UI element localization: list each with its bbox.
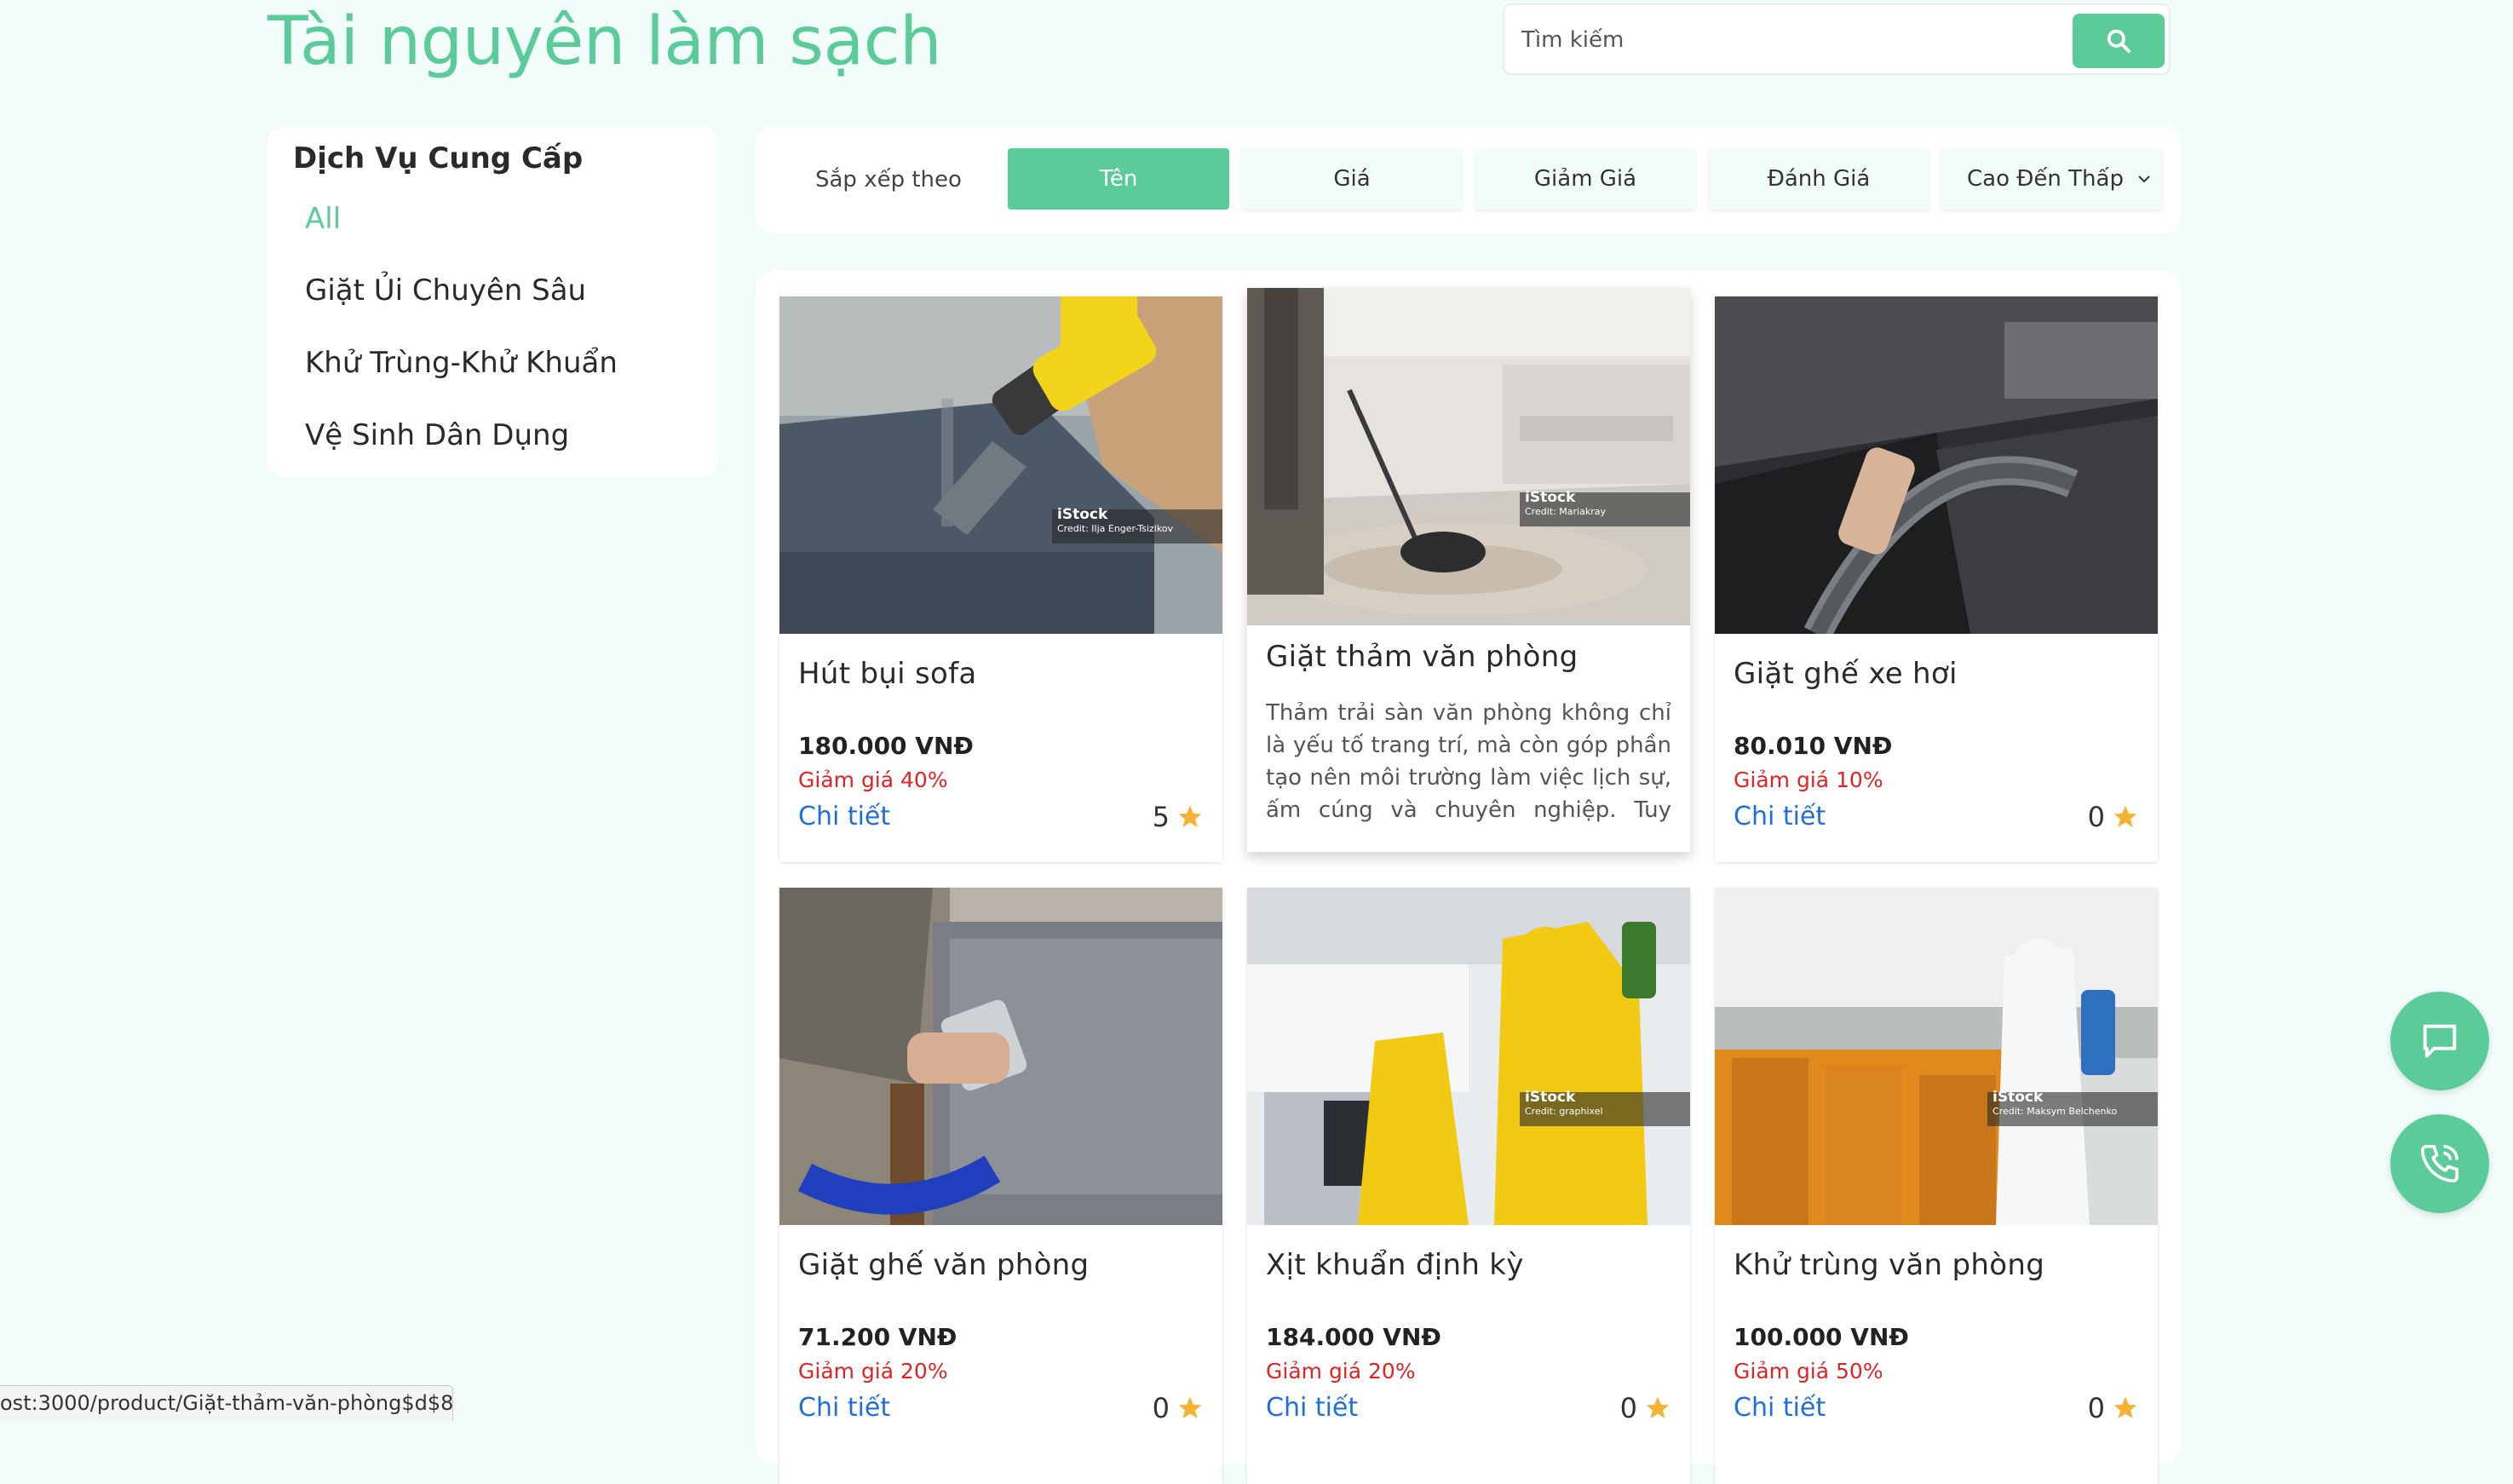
star-icon bbox=[2113, 805, 2137, 827]
product-rating: 0 bbox=[1153, 1389, 1204, 1428]
product-image: iStock Credit: Maksym Belchenko bbox=[1715, 888, 2158, 1225]
rating-value: 5 bbox=[1152, 801, 1170, 833]
search-button[interactable] bbox=[2073, 14, 2165, 68]
image-watermark: iStock bbox=[1525, 489, 1576, 506]
product-card[interactable]: iStock Credit: Ilja Enger-Tsizikov Hút b… bbox=[779, 296, 1222, 862]
product-detail-link[interactable]: Chi tiết bbox=[798, 797, 890, 837]
sidebar-item-disinfection[interactable]: Khử Trùng-Khử Khuẩn bbox=[305, 342, 618, 384]
product-name: Khử trùng văn phòng bbox=[1734, 1248, 2045, 1282]
product-image: iStock Credit: graphixel bbox=[1247, 888, 1690, 1225]
product-panel: iStock Credit: Ilja Enger-Tsizikov Hút b… bbox=[756, 271, 2181, 1484]
product-rating: 0 bbox=[1620, 1389, 1671, 1428]
image-watermark: iStock bbox=[1525, 1089, 1576, 1106]
product-price: 100.000 VNĐ bbox=[1734, 1323, 1909, 1351]
product-detail-link[interactable]: Chi tiết bbox=[1734, 797, 1826, 837]
product-card[interactable]: iStock Credit: graphixel Xịt khuẩn định … bbox=[1247, 888, 1690, 1484]
chevron-down-icon bbox=[2138, 175, 2150, 183]
sort-by-name-button[interactable]: Tên bbox=[1008, 148, 1229, 210]
product-name: Giặt ghế văn phòng bbox=[798, 1248, 1090, 1282]
product-discount: Giảm giá 20% bbox=[798, 1359, 948, 1383]
sidebar-title: Dịch Vụ Cung Cấp bbox=[293, 141, 584, 175]
image-watermark: iStock bbox=[1993, 1089, 2044, 1106]
sort-by-discount-button[interactable]: Giảm Giá bbox=[1475, 148, 1696, 210]
search-input[interactable] bbox=[1520, 5, 2513, 75]
product-discount: Giảm giá 40% bbox=[798, 768, 948, 792]
star-icon bbox=[1646, 1396, 1670, 1418]
star-icon bbox=[2113, 1396, 2137, 1418]
status-bar-url: ost:3000/product/Giặt-thảm-văn-phòng$d$8 bbox=[0, 1385, 453, 1421]
product-image: iStock Credit: Mariakray bbox=[1247, 288, 1690, 625]
sidebar-item-all[interactable]: All bbox=[305, 198, 341, 240]
product-detail-link[interactable]: Chi tiết bbox=[1734, 1389, 1826, 1428]
sort-by-price-button[interactable]: Giá bbox=[1241, 148, 1463, 210]
image-credit: Credit: Maksym Belchenko bbox=[1993, 1106, 2118, 1117]
product-detail-link[interactable]: Chi tiết bbox=[798, 1389, 890, 1428]
product-card[interactable]: iStock Credit: Maksym Belchenko Khử trùn… bbox=[1715, 888, 2158, 1484]
product-image: iStock Credit: Ilja Enger-Tsizikov bbox=[779, 296, 1222, 634]
product-discount: Giảm giá 50% bbox=[1734, 1359, 1883, 1383]
image-credit: Credit: Ilja Enger-Tsizikov bbox=[1057, 523, 1174, 534]
star-icon bbox=[1178, 805, 1202, 827]
product-description: Thảm trải sàn văn phòng không chỉ là yếu… bbox=[1266, 700, 1671, 831]
product-card[interactable]: iStock Credit: Mariakray Giặt thảm văn p… bbox=[1247, 288, 1690, 852]
sort-by-rating-button[interactable]: Đánh Giá bbox=[1708, 148, 1929, 210]
product-rating: 0 bbox=[2088, 1389, 2139, 1428]
product-card[interactable]: Giặt ghế xe hơi 80.010 VNĐ Giảm giá 10% … bbox=[1715, 296, 2158, 862]
product-price: 80.010 VNĐ bbox=[1734, 732, 1893, 760]
product-price: 71.200 VNĐ bbox=[798, 1323, 957, 1351]
product-name: Giặt ghế xe hơi bbox=[1734, 657, 1958, 691]
product-image bbox=[779, 888, 1222, 1225]
category-sidebar: Dịch Vụ Cung Cấp All Giặt Ủi Chuyên Sâu … bbox=[267, 126, 719, 477]
chat-button[interactable] bbox=[2390, 992, 2489, 1090]
rating-value: 0 bbox=[2087, 1392, 2105, 1424]
product-name: Hút bụi sofa bbox=[798, 657, 977, 691]
product-detail-link[interactable]: Chi tiết bbox=[1266, 1389, 1358, 1428]
sort-label: Sắp xếp theo bbox=[815, 167, 962, 193]
product-name: Giặt thảm văn phòng bbox=[1266, 640, 1579, 674]
call-button[interactable] bbox=[2390, 1114, 2489, 1213]
image-credit: Credit: graphixel bbox=[1525, 1106, 1603, 1117]
star-icon bbox=[1178, 1396, 1202, 1418]
search-box bbox=[1503, 3, 2513, 75]
product-image bbox=[1715, 296, 2158, 634]
rating-value: 0 bbox=[1152, 1392, 1170, 1424]
chat-icon bbox=[2423, 1024, 2457, 1058]
product-price: 184.000 VNĐ bbox=[1266, 1323, 1441, 1351]
phone-icon bbox=[2420, 1144, 2459, 1183]
sort-bar: Sắp xếp theo Tên Giá Giảm Giá Đánh Giá C… bbox=[756, 126, 2181, 233]
rating-value: 0 bbox=[2087, 801, 2105, 833]
image-watermark: iStock bbox=[1057, 506, 1108, 523]
product-discount: Giảm giá 20% bbox=[1266, 1359, 1416, 1383]
product-discount: Giảm giá 10% bbox=[1734, 768, 1883, 792]
sidebar-item-deep-laundry[interactable]: Giặt Ủi Chuyên Sâu bbox=[305, 269, 586, 312]
sort-order-value: Cao Đến Thấp bbox=[1967, 166, 2124, 192]
sort-order-select[interactable]: Cao Đến Thấp bbox=[1940, 148, 2163, 210]
product-rating: 0 bbox=[2088, 797, 2139, 837]
product-rating: 5 bbox=[1153, 797, 1204, 837]
sidebar-item-home-cleaning[interactable]: Vệ Sinh Dân Dụng bbox=[305, 414, 569, 457]
page-title: Tài nguyên làm sạch bbox=[267, 3, 942, 80]
rating-value: 0 bbox=[1619, 1392, 1637, 1424]
product-name: Xịt khuẩn định kỳ bbox=[1266, 1248, 1524, 1282]
product-price: 180.000 VNĐ bbox=[798, 732, 974, 760]
product-card[interactable]: Giặt ghế văn phòng 71.200 VNĐ Giảm giá 2… bbox=[779, 888, 1222, 1484]
image-credit: Credit: Mariakray bbox=[1525, 506, 1606, 517]
search-icon bbox=[2107, 29, 2131, 53]
